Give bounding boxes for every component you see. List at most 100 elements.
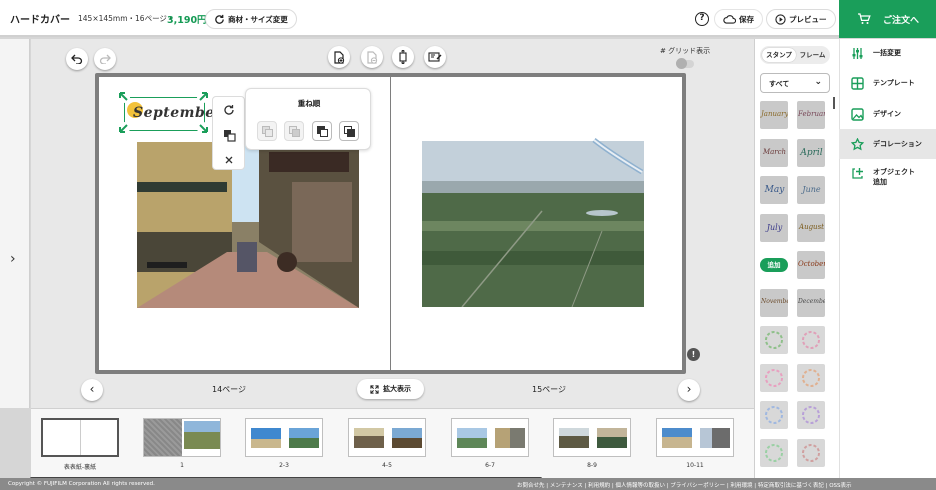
cloud-icon — [723, 14, 736, 24]
play-icon — [775, 13, 786, 25]
stamp-filter-value: すべて — [769, 80, 790, 88]
redo-icon — [99, 54, 111, 64]
footer-copyright: Copyright © FUJIFILM Corporation All rig… — [8, 481, 155, 487]
resize-handle-top-left-icon[interactable] — [117, 90, 131, 104]
thumb-label-4-5: 4-5 — [382, 462, 392, 469]
stamp-wreath-7[interactable] — [760, 439, 788, 467]
thumb-page-4-5[interactable] — [348, 418, 426, 457]
thumb-page-1[interactable] — [143, 418, 221, 457]
thumb-label-8-9: 8-9 — [587, 462, 597, 469]
zoom-button[interactable]: 拡大表示 — [357, 379, 424, 399]
add-page-icon — [334, 50, 345, 64]
menu-bulk-change-label: 一括変更 — [873, 49, 901, 57]
swap-pages-button[interactable] — [392, 46, 414, 68]
stamp-november[interactable]: November — [760, 289, 788, 317]
redo-button[interactable] — [94, 48, 116, 70]
next-page-button[interactable]: › — [678, 379, 700, 401]
zoom-label: 拡大表示 — [383, 385, 411, 393]
stamp-july[interactable]: July — [760, 214, 788, 242]
send-to-back-button[interactable] — [339, 121, 359, 141]
stamp-may[interactable]: May — [760, 176, 788, 204]
bring-to-front-button[interactable] — [257, 121, 277, 141]
prev-page-button[interactable]: ‹ — [81, 379, 103, 401]
stamp-wreath-8[interactable] — [797, 439, 825, 467]
resize-handle-bottom-left-icon[interactable] — [117, 121, 131, 135]
stamp-panel-scrollbar[interactable] — [833, 97, 835, 109]
menu-bulk-change[interactable]: 一括変更 — [839, 38, 936, 68]
stamp-wreath-6[interactable] — [797, 401, 825, 429]
menu-template-label: テンプレート — [873, 79, 915, 87]
add-page-button[interactable] — [328, 46, 350, 68]
change-product-label: 商材・サイズ変更 — [228, 14, 288, 24]
save-button[interactable]: 保存 — [714, 9, 763, 29]
thumb-label-2-3: 2-3 — [279, 462, 289, 469]
star-icon — [851, 137, 864, 150]
stamp-wreath-2[interactable] — [797, 326, 825, 354]
stamp-april[interactable]: April — [797, 139, 825, 167]
refresh-icon — [215, 14, 224, 24]
thumb-label-6-7: 6-7 — [485, 462, 495, 469]
grid-toggle-switch[interactable] — [676, 58, 694, 69]
delete-page-button[interactable] — [361, 46, 383, 68]
left-page-number: 14ページ — [212, 385, 247, 394]
layout-change-button[interactable] — [424, 46, 446, 68]
expand-icon — [370, 384, 379, 394]
stamp-august[interactable]: August — [797, 214, 825, 242]
preview-button[interactable]: プレビュー — [766, 9, 836, 29]
street-photo[interactable] — [137, 142, 359, 308]
close-icon[interactable] — [224, 155, 234, 165]
image-icon — [851, 107, 864, 121]
stamp-frame-tabs: スタンプ フレーム — [760, 46, 830, 64]
thumb-page-8-9[interactable] — [553, 418, 631, 457]
thumb-page-2-3[interactable] — [245, 418, 323, 457]
menu-add-object[interactable]: オブジェクト追加 — [839, 160, 936, 192]
thumb-label-cover: 表表紙-裏紙 — [63, 464, 97, 471]
stamp-january[interactable]: January — [760, 101, 788, 129]
menu-add-object-label: オブジェクト追加 — [873, 168, 915, 186]
footer-bar: Copyright © FUJIFILM Corporation All rig… — [0, 478, 936, 490]
stamp-february[interactable]: February — [797, 101, 825, 129]
thumb-label-10-11: 10-11 — [686, 462, 704, 469]
warning-icon[interactable]: ! — [687, 348, 700, 361]
sticker-text: September — [133, 105, 223, 121]
resize-handle-top-right-icon[interactable] — [196, 90, 210, 104]
save-label: 保存 — [739, 14, 754, 24]
send-backward-button[interactable] — [312, 121, 332, 141]
right-page-number: 15ページ — [532, 385, 567, 394]
menu-decoration[interactable]: デコレーション — [839, 129, 936, 159]
stamp-october[interactable]: October — [797, 251, 825, 279]
thumb-cover[interactable] — [41, 418, 119, 457]
footer-links[interactable]: お問合せ先 | メンテナンス | 利用規約 | 個人情報等の取扱い | プライバ… — [517, 481, 852, 489]
stamp-wreath-4[interactable] — [797, 364, 825, 392]
menu-template[interactable]: テンプレート — [839, 68, 936, 98]
order-button[interactable]: ご注文へ — [839, 0, 936, 38]
layer-order-popover: 重ね順 — [245, 88, 371, 150]
layer-order-icon[interactable] — [223, 129, 236, 142]
stamp-filter-select[interactable]: すべて ⌄ — [760, 73, 830, 93]
product-spec: 145×145mm・16ページ・ — [78, 14, 175, 23]
chevron-right-icon[interactable]: › — [10, 251, 16, 267]
help-icon[interactable]: ? — [695, 12, 709, 26]
swap-icon — [399, 50, 407, 64]
stamp-wreath-3[interactable] — [760, 364, 788, 392]
resize-handle-bottom-right-icon[interactable] — [196, 121, 210, 135]
wing-graphic — [592, 138, 644, 175]
stamp-march[interactable]: March — [760, 139, 788, 167]
stamp-june[interactable]: June — [797, 176, 825, 204]
remove-page-icon — [367, 50, 378, 64]
stamp-wreath-1[interactable] — [760, 326, 788, 354]
thumb-page-6-7[interactable] — [451, 418, 529, 457]
product-name: ハードカバー — [10, 15, 70, 26]
menu-design[interactable]: デザイン — [839, 99, 936, 129]
september-sticker[interactable]: September — [124, 97, 222, 131]
stamp-wreath-5[interactable] — [760, 401, 788, 429]
tab-frame[interactable]: フレーム — [797, 48, 828, 62]
product-price: 3,190円 — [167, 15, 207, 26]
tab-stamp[interactable]: スタンプ — [762, 48, 796, 62]
stamp-december[interactable]: December — [797, 289, 825, 317]
undo-button[interactable] — [66, 48, 88, 70]
rotate-icon[interactable] — [223, 104, 235, 116]
thumb-page-10-11[interactable] — [656, 418, 734, 457]
bring-forward-button[interactable] — [284, 121, 304, 141]
change-product-button[interactable]: 商材・サイズ変更 — [205, 9, 297, 29]
